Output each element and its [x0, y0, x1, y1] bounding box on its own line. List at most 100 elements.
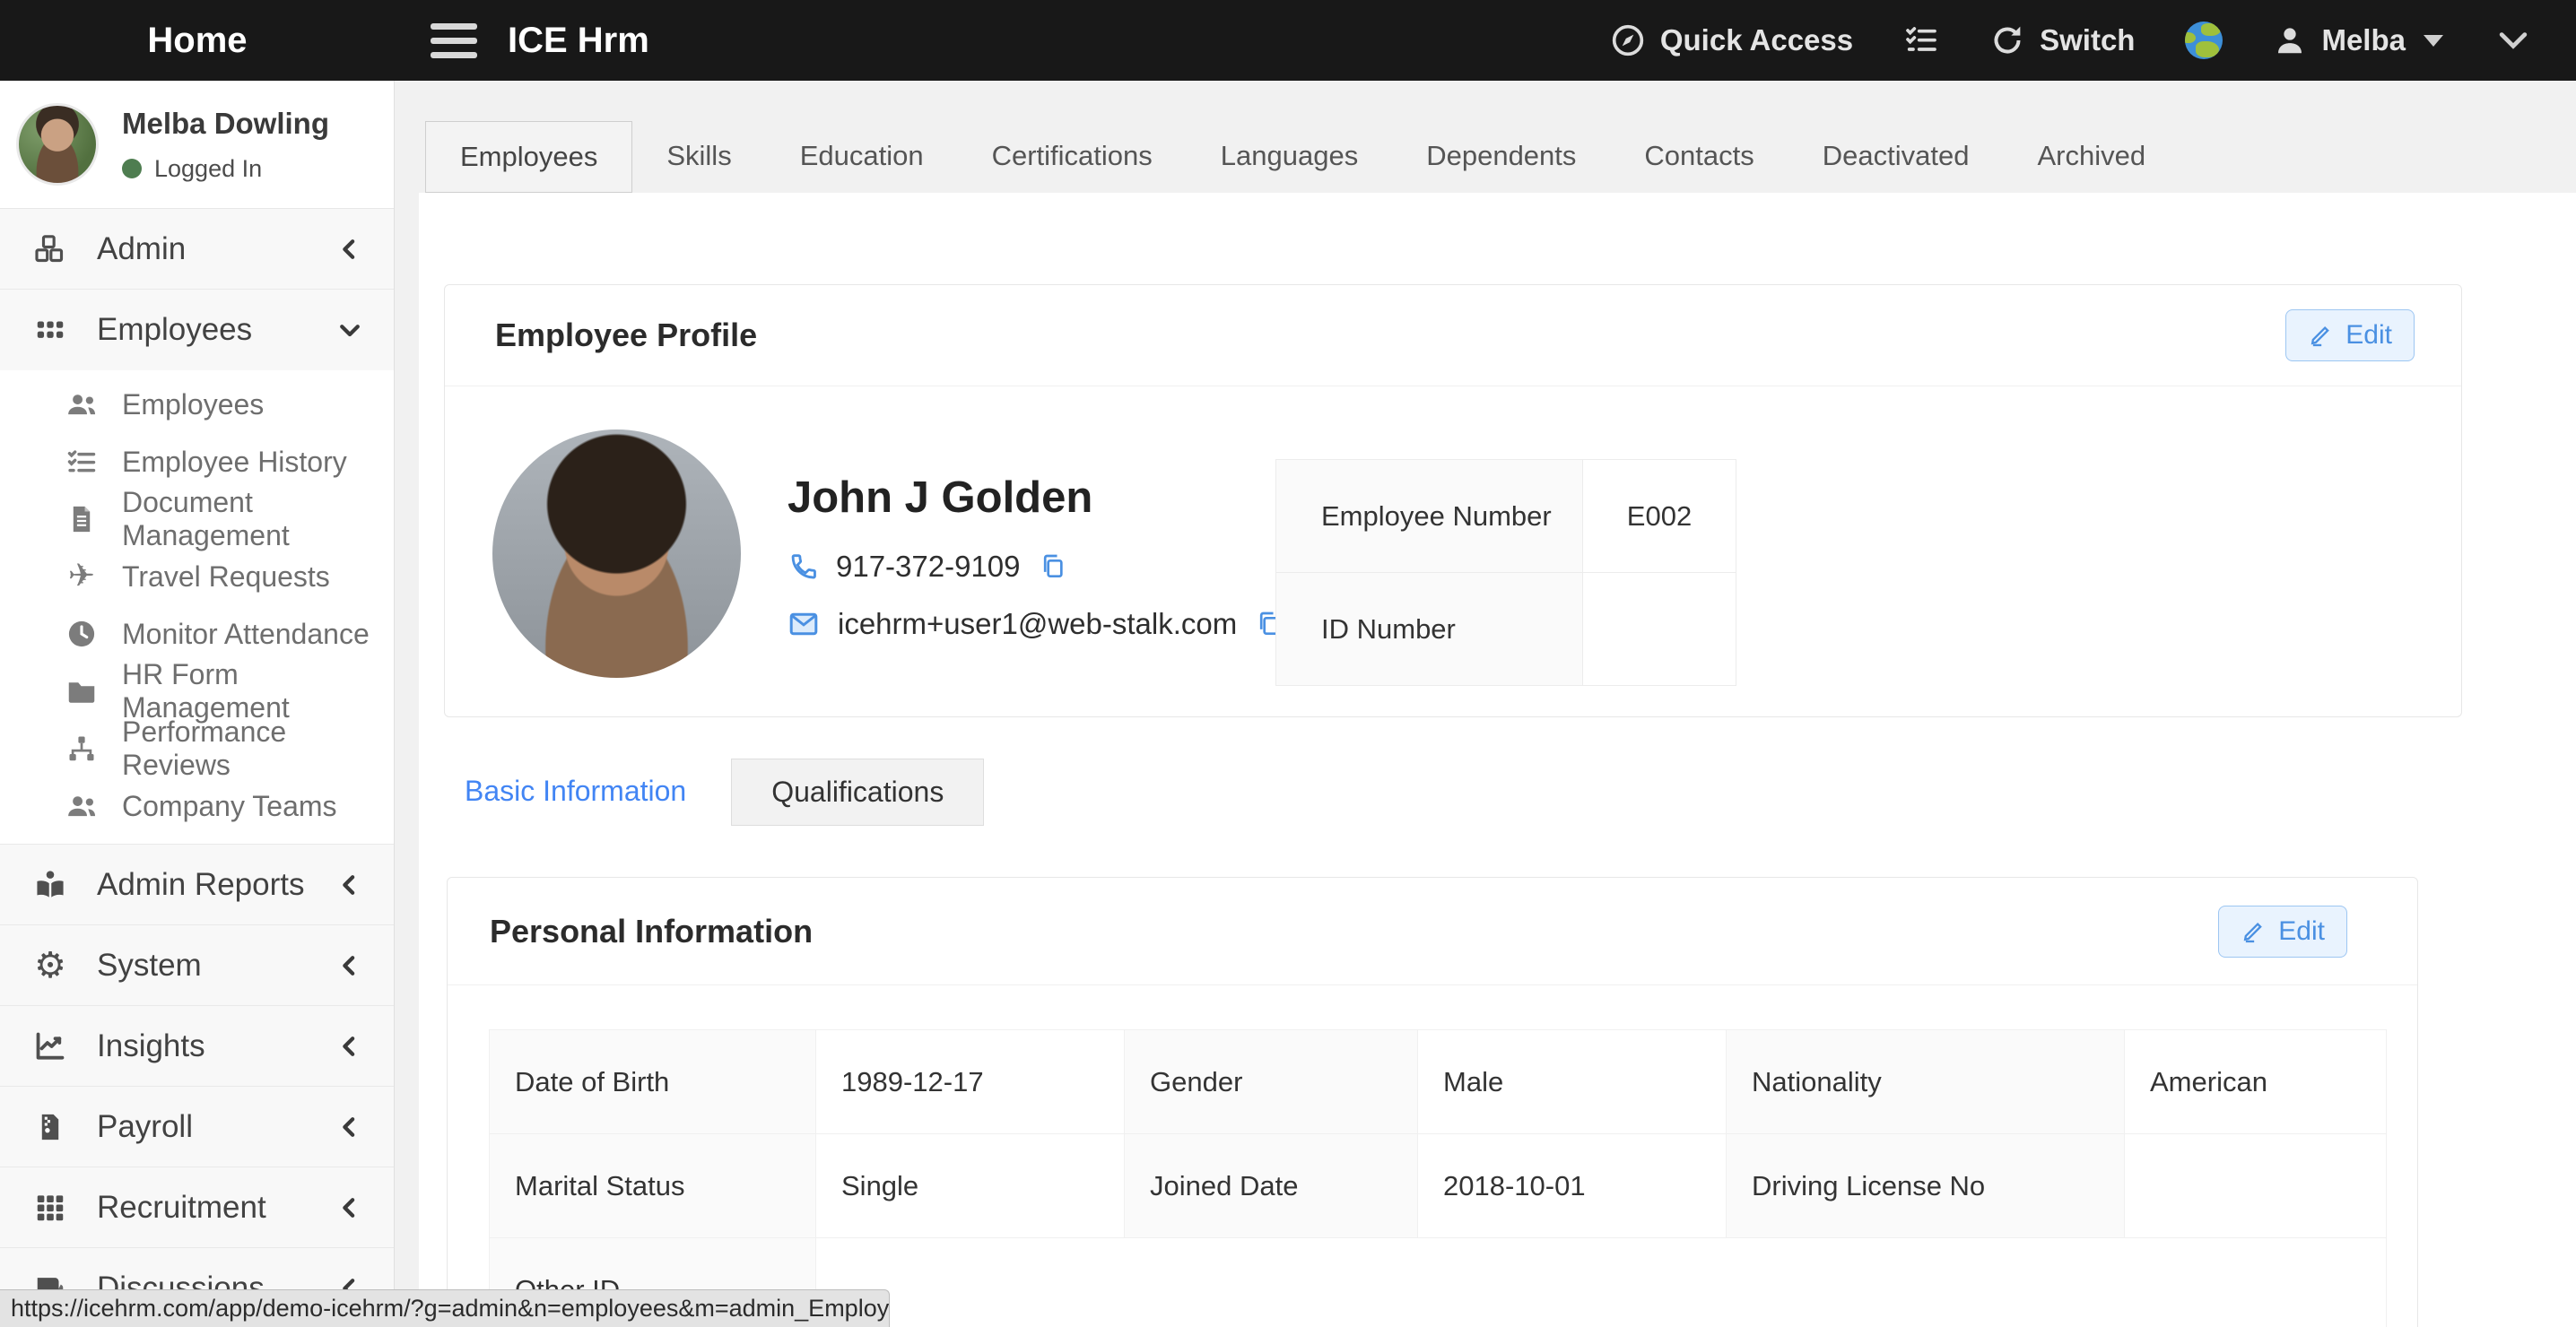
tab-employees[interactable]: Employees — [425, 121, 632, 193]
compass-icon — [1610, 22, 1646, 58]
content-panel: Employee Profile Edit John J Golden 917-… — [419, 193, 2576, 1327]
employee-profile-edit-button[interactable]: Edit — [2285, 309, 2415, 361]
field-label: ID Number — [1276, 573, 1583, 686]
field-value: 2018-10-01 — [1418, 1134, 1727, 1238]
plane-icon: ✈ — [63, 560, 100, 593]
sidebar-section-admin-reports[interactable]: Admin Reports — [0, 845, 394, 925]
sidebar-section-label: Employees — [97, 312, 252, 348]
user-icon — [2273, 23, 2307, 57]
chevron-down-icon — [336, 317, 363, 343]
caret-down-icon — [2424, 35, 2443, 47]
sidebar-section-employees[interactable]: Employees — [0, 290, 394, 370]
tab-dependents[interactable]: Dependents — [1392, 121, 1610, 193]
field-label: Gender — [1125, 1030, 1418, 1134]
topbar-actions: Quick Access Switch Melba — [1610, 21, 2576, 60]
sidebar-section-system[interactable]: ⚙ System — [0, 925, 394, 1006]
tab-contacts[interactable]: Contacts — [1610, 121, 1788, 193]
sidebar-section-admin[interactable]: Admin — [0, 209, 394, 290]
sidebar-section-label: Payroll — [97, 1109, 193, 1145]
subtab-basic-information[interactable]: Basic Information — [425, 759, 726, 826]
users-icon — [63, 789, 100, 823]
email-icon — [788, 608, 820, 640]
chevron-left-icon — [336, 1194, 363, 1221]
tab-skills[interactable]: Skills — [632, 121, 765, 193]
language-globe-icon[interactable] — [2185, 22, 2223, 59]
chevron-left-icon — [336, 1033, 363, 1060]
personal-information-edit-button[interactable]: Edit — [2218, 906, 2347, 958]
book-reader-icon — [30, 868, 70, 902]
quick-access-label: Quick Access — [1660, 23, 1853, 57]
sidebar-user-profile: Melba Dowling Logged In — [0, 81, 394, 209]
employee-profile-card: Employee Profile Edit John J Golden 917-… — [444, 284, 2462, 717]
sidebar-item-document-management[interactable]: Document Management — [0, 490, 394, 548]
field-value — [1583, 573, 1736, 686]
field-value: Single — [816, 1134, 1125, 1238]
switch-user-button[interactable]: Switch — [1989, 22, 2135, 58]
grid-icon — [30, 313, 70, 347]
table-row: Marital Status Single Joined Date 2018-1… — [490, 1134, 2387, 1238]
user-fullname: Melba Dowling — [122, 107, 329, 141]
list-check-icon — [1903, 22, 1939, 58]
sidebar-section-label: System — [97, 948, 202, 984]
gears-icon: ⚙ — [30, 948, 70, 984]
sidebar-section-label: Admin Reports — [97, 867, 304, 903]
status-url: https://icehrm.com/app/demo-icehrm/?g=ad… — [11, 1295, 890, 1322]
sidebar-section-recruitment[interactable]: Recruitment — [0, 1167, 394, 1248]
sidebar-item-company-teams[interactable]: Company Teams — [0, 777, 394, 835]
file-icon — [63, 504, 100, 534]
employee-email[interactable]: icehrm+user1@web-stalk.com — [838, 607, 1237, 641]
user-menu[interactable]: Melba — [2273, 23, 2443, 57]
list-check-icon — [63, 446, 100, 478]
copy-phone-icon[interactable] — [1039, 552, 1067, 581]
sitemap-icon — [63, 733, 100, 765]
tab-education[interactable]: Education — [766, 121, 958, 193]
main-content: Employees Skills Education Certification… — [395, 81, 2576, 1327]
field-value: 1989-12-17 — [816, 1030, 1125, 1134]
employee-profile-title: Employee Profile — [495, 317, 757, 354]
table-row: Date of Birth 1989-12-17 Gender Male Nat… — [490, 1030, 2387, 1134]
collapse-topbar-chevron[interactable] — [2493, 21, 2533, 60]
tab-archived[interactable]: Archived — [2003, 121, 2180, 193]
sidebar-item-performance-reviews[interactable]: Performance Reviews — [0, 720, 394, 777]
app-title: ICE Hrm — [508, 21, 649, 61]
personal-information-card: Personal Information Edit Date of Birth … — [447, 877, 2418, 1327]
field-label: Nationality — [1727, 1030, 2125, 1134]
field-label: Joined Date — [1125, 1134, 1418, 1238]
hamburger-menu-icon[interactable] — [431, 23, 477, 58]
sidebar-section-payroll[interactable]: Payroll — [0, 1087, 394, 1167]
employee-photo — [492, 429, 741, 678]
chart-line-icon — [30, 1029, 70, 1063]
tab-languages[interactable]: Languages — [1187, 121, 1392, 193]
pencil-icon — [2308, 323, 2333, 348]
subtab-qualifications[interactable]: Qualifications — [731, 759, 984, 826]
field-label: Driving License No — [1727, 1134, 2125, 1238]
module-tabs: Employees Skills Education Certification… — [425, 121, 2576, 193]
field-value — [816, 1238, 2387, 1327]
payroll-file-icon — [30, 1112, 70, 1142]
switch-label: Switch — [2040, 23, 2135, 57]
rotate-icon — [1989, 22, 2025, 58]
home-link[interactable]: Home — [0, 21, 395, 61]
folder-icon — [63, 675, 100, 707]
username-label: Melba — [2321, 23, 2406, 57]
quick-access-button[interactable]: Quick Access — [1610, 22, 1853, 58]
clock-icon — [63, 618, 100, 650]
chevron-left-icon — [336, 236, 363, 263]
chevron-left-icon — [336, 1114, 363, 1141]
sidebar-item-monitor-attendance[interactable]: Monitor Attendance — [0, 605, 394, 663]
field-value: Male — [1418, 1030, 1727, 1134]
tab-certifications[interactable]: Certifications — [958, 121, 1187, 193]
field-label: Employee Number — [1276, 460, 1583, 573]
tab-deactivated[interactable]: Deactivated — [1788, 121, 2004, 193]
employee-name: John J Golden — [788, 473, 1092, 523]
field-label: Date of Birth — [490, 1030, 816, 1134]
sidebar-item-employee-history[interactable]: Employee History — [0, 433, 394, 490]
tasks-button[interactable] — [1903, 22, 1939, 58]
sidebar-section-insights[interactable]: Insights — [0, 1006, 394, 1087]
sidebar-item-travel-requests[interactable]: ✈ Travel Requests — [0, 548, 394, 605]
employee-phone[interactable]: 917-372-9109 — [836, 550, 1021, 584]
employees-submenu: Employees Employee History Document Mana… — [0, 370, 394, 845]
sidebar-item-employees[interactable]: Employees — [0, 376, 394, 433]
sidebar-section-label: Recruitment — [97, 1190, 266, 1226]
sidebar-item-hr-form-management[interactable]: HR Form Management — [0, 663, 394, 720]
